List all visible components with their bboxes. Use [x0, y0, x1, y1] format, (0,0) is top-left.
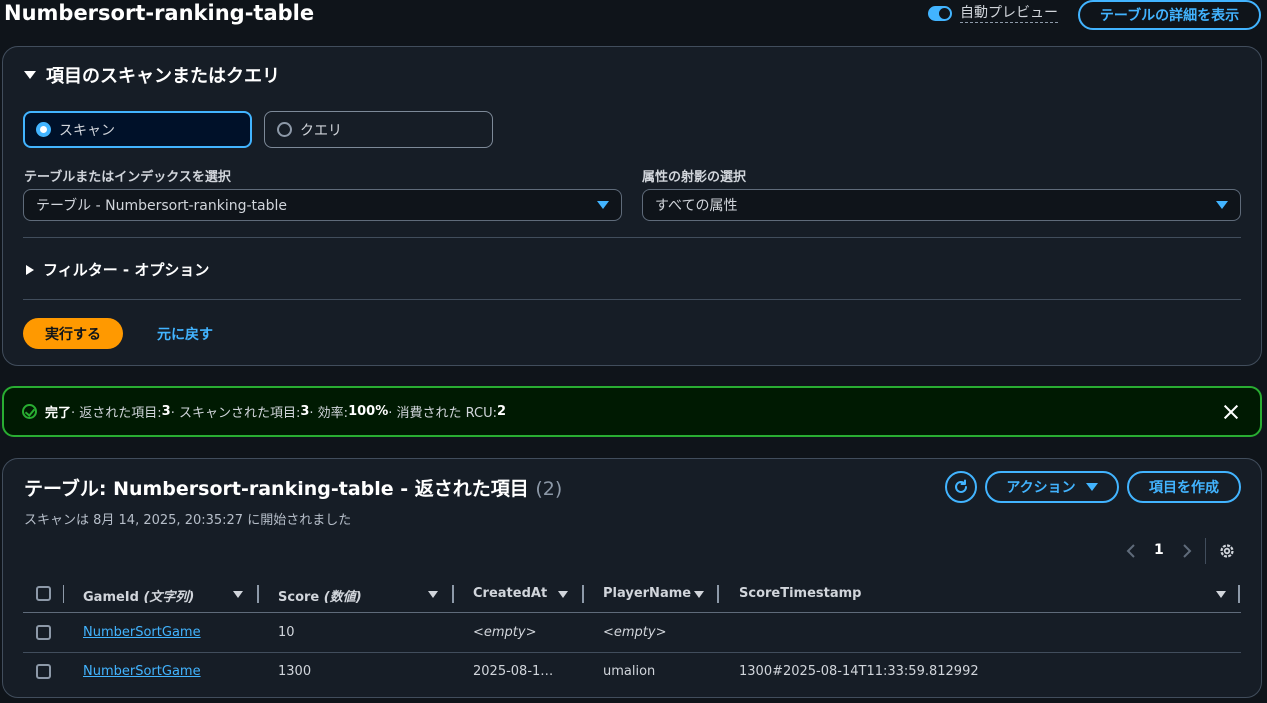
page-title: Numbersort-ranking-table — [4, 1, 315, 25]
divider — [23, 237, 1241, 238]
toggle-switch-icon[interactable] — [928, 6, 952, 21]
column-separator[interactable] — [257, 585, 259, 603]
projection-select-label: 属性の射影の選択 — [642, 170, 747, 185]
results-subtitle: スキャンは 8月 14, 2025, 20:35:27 に開始されました — [24, 513, 352, 528]
column-separator[interactable] — [452, 585, 454, 603]
sort-caret-icon[interactable] — [694, 591, 704, 598]
row-gameid-link[interactable]: NumberSortGame — [83, 664, 201, 679]
results-title: テーブル: Numbersort-ranking-table - 返された項目 — [24, 478, 529, 500]
radio-selected-icon[interactable] — [36, 122, 51, 137]
table-select-value: テーブル - Numbersort-ranking-table — [36, 198, 287, 214]
column-header-createdat[interactable]: CreatedAt — [473, 586, 547, 601]
actions-dropdown-button[interactable]: アクション — [985, 471, 1119, 503]
row-playername: umalion — [603, 664, 656, 679]
row-checkbox[interactable] — [36, 664, 51, 679]
column-separator — [63, 585, 64, 603]
success-check-icon — [22, 404, 37, 419]
sort-caret-icon[interactable] — [233, 591, 243, 598]
pagination-divider — [1205, 538, 1206, 564]
current-page[interactable]: 1 — [1154, 542, 1164, 558]
column-separator[interactable] — [1238, 585, 1240, 603]
run-button[interactable]: 実行する — [23, 318, 123, 349]
success-alert: 完了 · 返された項目: 3 · スキャンされた項目: 3 · 効率: 100%… — [2, 386, 1262, 437]
row-checkbox[interactable] — [36, 625, 51, 640]
row-createdat: <empty> — [473, 625, 537, 640]
auto-preview-label: 自動プレビュー — [960, 5, 1058, 23]
results-heading: テーブル: Numbersort-ranking-table - 返された項目 … — [24, 474, 562, 501]
alert-scanned-label: · スキャンされた項目: — [170, 406, 301, 421]
column-header-scoretimestamp[interactable]: ScoreTimestamp — [739, 586, 862, 601]
prev-page-icon[interactable] — [1124, 541, 1138, 561]
collapse-caret-icon — [24, 71, 36, 79]
alert-rcu-value: 2 — [497, 404, 507, 419]
alert-efficiency-label: · 効率: — [309, 406, 349, 421]
reset-link[interactable]: 元に戻す — [157, 324, 213, 344]
sort-caret-icon[interactable] — [428, 591, 438, 598]
create-item-button[interactable]: 項目を作成 — [1127, 471, 1241, 503]
caret-down-icon — [1085, 483, 1098, 491]
radio-unselected-icon[interactable] — [277, 122, 292, 137]
projection-select[interactable]: すべての属性 — [642, 189, 1241, 221]
column-header-score[interactable]: Score (数値) — [278, 586, 362, 605]
table-index-select[interactable]: テーブル - Numbersort-ranking-table — [23, 189, 622, 221]
settings-gear-icon[interactable] — [1217, 541, 1237, 561]
row-playername: <empty> — [603, 625, 667, 640]
view-table-details-button[interactable]: テーブルの詳細を表示 — [1078, 0, 1261, 30]
column-separator[interactable] — [582, 585, 584, 603]
caret-down-icon — [597, 201, 609, 209]
sort-caret-icon[interactable] — [1216, 591, 1226, 598]
column-header-playername[interactable]: PlayerName — [603, 586, 691, 601]
alert-returned-label: · 返された項目: — [71, 406, 162, 421]
table-select-label: テーブルまたはインデックスを選択 — [24, 170, 231, 185]
row-score: 1300 — [278, 664, 312, 679]
sort-caret-icon[interactable] — [558, 591, 568, 598]
query-mode-label: クエリ — [300, 122, 342, 139]
column-separator[interactable] — [717, 585, 719, 603]
select-all-checkbox[interactable] — [36, 586, 51, 601]
results-count: (2) — [535, 478, 563, 500]
filter-label: フィルター - オプション — [43, 261, 210, 279]
alert-scanned-value: 3 — [300, 404, 310, 419]
expand-caret-icon — [26, 264, 34, 275]
scan-section-title: 項目のスキャンまたはクエリ — [46, 66, 280, 87]
auto-preview-toggle[interactable]: 自動プレビュー — [928, 4, 1058, 23]
row-scoretimestamp: 1300#2025-08-14T11:33:59.812992 — [739, 664, 979, 679]
row-createdat: 2025-08-1… — [473, 664, 554, 679]
header-divider — [23, 612, 1241, 613]
actions-label: アクション — [1006, 480, 1076, 496]
alert-status: 完了 — [45, 406, 72, 421]
refresh-button[interactable] — [945, 471, 977, 503]
caret-down-icon — [1216, 201, 1228, 209]
alert-rcu-label: · 消費された RCU: — [388, 406, 498, 421]
divider — [23, 299, 1241, 300]
alert-efficiency-value: 100% — [348, 404, 389, 419]
filter-expander[interactable]: フィルター - オプション — [26, 259, 209, 280]
query-mode-tile[interactable]: クエリ — [264, 111, 493, 148]
row-gameid-link[interactable]: NumberSortGame — [83, 625, 201, 640]
row-divider — [23, 652, 1241, 653]
scan-mode-tile[interactable]: スキャン — [23, 111, 252, 148]
projection-select-value: すべての属性 — [655, 198, 738, 214]
column-header-gameid[interactable]: GameId (文字列) — [83, 586, 194, 605]
scan-mode-label: スキャン — [59, 122, 115, 139]
refresh-icon — [955, 479, 967, 493]
scan-section-header[interactable]: 項目のスキャンまたはクエリ — [24, 62, 280, 88]
row-score: 10 — [278, 625, 295, 640]
close-icon[interactable] — [1219, 400, 1243, 424]
alert-returned-value: 3 — [161, 404, 171, 419]
next-page-icon[interactable] — [1180, 541, 1194, 561]
